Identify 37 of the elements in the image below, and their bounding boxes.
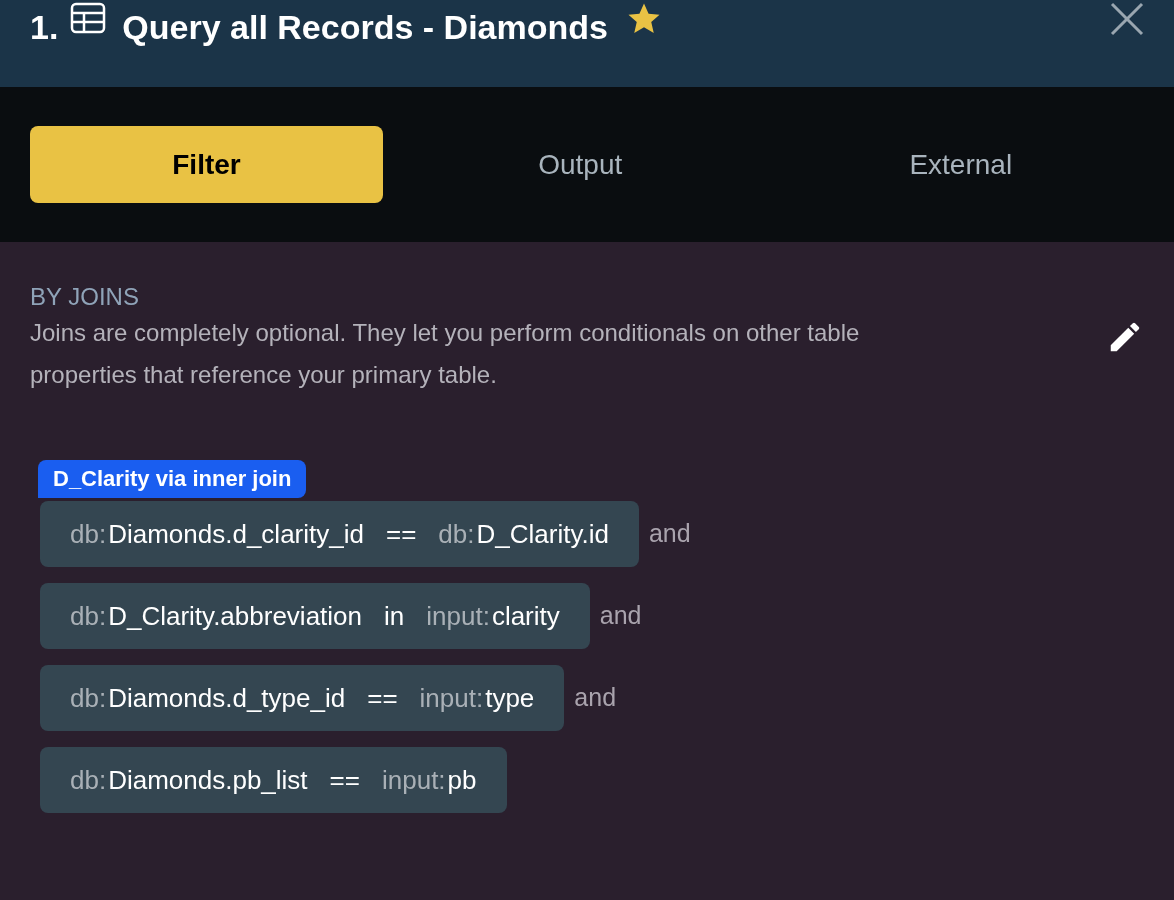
section-heading: BY JOINS xyxy=(30,282,140,312)
operator: == xyxy=(367,681,398,715)
field-name: D_Clarity.id xyxy=(476,517,609,551)
field-name: Diamonds.pb_list xyxy=(108,763,308,797)
source-prefix: input: xyxy=(426,599,490,633)
close-icon[interactable] xyxy=(1110,2,1144,36)
item-number: 1. xyxy=(30,7,59,48)
join-badge: D_Clarity via inner join xyxy=(38,460,307,498)
source-prefix: input: xyxy=(381,763,446,797)
field-name: Diamonds.d_clarity_id xyxy=(108,517,364,551)
tab[interactable]: Output xyxy=(397,126,764,203)
section-description: Joins are completely optional. They let you perform conditionals on other table properties that reference your primary table. xyxy=(30,318,861,390)
tab[interactable]: External xyxy=(777,126,1144,203)
field-name: Diamonds.d_type_id xyxy=(108,681,346,715)
condition-chip[interactable]: db:Diamonds.d_clarity_id == db:D_Clarity.id xyxy=(40,501,639,567)
condition-chip[interactable]: db:Diamonds.d_type_id == input:type xyxy=(40,665,565,731)
field-name: type xyxy=(485,681,535,715)
field-name: pb xyxy=(447,763,477,797)
source-prefix: db: xyxy=(70,681,107,715)
operator: == xyxy=(385,517,417,551)
source-prefix: db: xyxy=(70,763,107,797)
connector-label: and xyxy=(599,600,642,632)
source-prefix: db: xyxy=(70,599,107,633)
field-name: clarity xyxy=(491,599,560,633)
operator: in xyxy=(384,599,405,633)
connector-label: and xyxy=(648,518,691,550)
condition-chip[interactable]: db:Diamonds.pb_list == input:pb xyxy=(40,747,507,813)
connector-label: and xyxy=(574,682,617,714)
source-prefix: db: xyxy=(438,517,475,551)
condition-chip[interactable]: db:D_Clarity.abbreviation in input:clarity xyxy=(40,583,590,649)
field-name: D_Clarity.abbreviation xyxy=(108,599,362,633)
source-prefix: db: xyxy=(70,517,107,551)
operator: == xyxy=(329,763,360,797)
query-title: Query all Records - Diamonds xyxy=(122,7,608,48)
table-icon xyxy=(70,2,107,34)
source-prefix: input: xyxy=(419,681,484,715)
tab[interactable]: Filter xyxy=(30,126,383,203)
